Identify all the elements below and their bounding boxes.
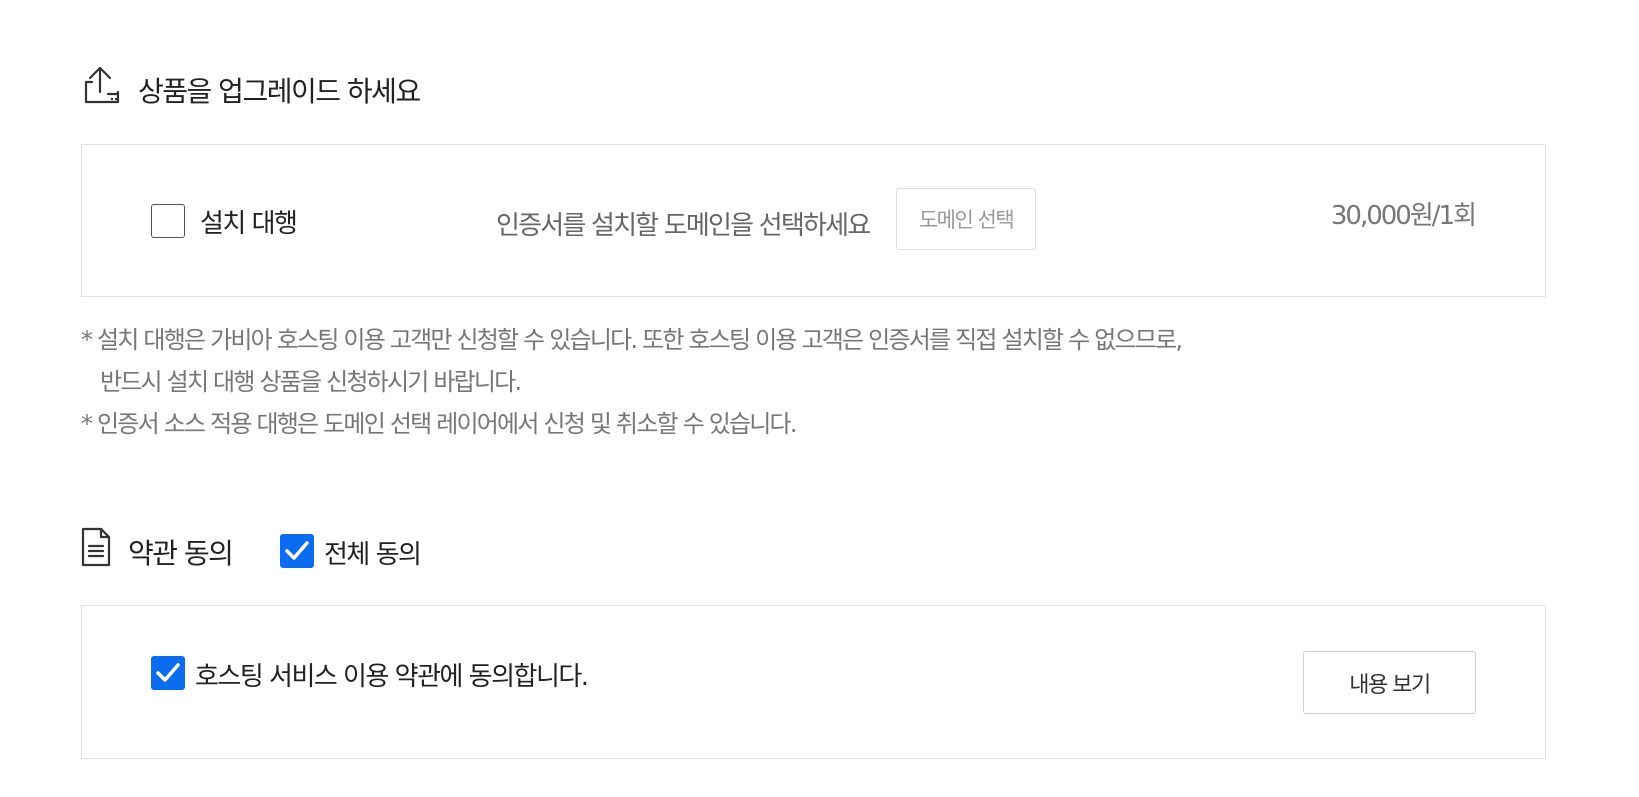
upload-box-icon bbox=[80, 66, 122, 106]
upgrade-option-panel: 설치 대행 인증서를 설치할 도메인을 선택하세요 도메인 선택 30,000원… bbox=[81, 144, 1546, 297]
hosting-terms-label: 호스팅 서비스 이용 약관에 동의합니다. bbox=[195, 662, 589, 692]
checkmark-icon bbox=[285, 541, 309, 560]
domain-select-button[interactable]: 도메인 선택 bbox=[896, 188, 1036, 250]
checkmark-icon bbox=[156, 663, 180, 682]
hosting-terms-checkbox[interactable] bbox=[151, 656, 185, 690]
upgrade-section-title: 상품을 업그레이드 하세요 bbox=[138, 75, 421, 108]
agree-all-checkbox[interactable] bbox=[280, 534, 314, 568]
terms-item-panel: 호스팅 서비스 이용 약관에 동의합니다. 내용 보기 bbox=[81, 605, 1546, 759]
install-service-label: 설치 대행 bbox=[200, 209, 298, 239]
install-service-checkbox[interactable] bbox=[151, 204, 185, 238]
note-line-2: 반드시 설치 대행 상품을 신청하시기 바랍니다. bbox=[100, 368, 522, 396]
note-line-1: * 설치 대행은 가비아 호스팅 이용 고객만 신청할 수 있습니다. 또한 호… bbox=[81, 326, 1183, 354]
document-icon bbox=[80, 527, 112, 567]
domain-select-hint: 인증서를 설치할 도메인을 선택하세요 bbox=[496, 211, 871, 241]
agree-all-label: 전체 동의 bbox=[324, 540, 422, 570]
install-service-price: 30,000원/1회 bbox=[1330, 201, 1477, 231]
note-line-3: * 인증서 소스 적용 대행은 도메인 선택 레이어에서 신청 및 취소할 수 … bbox=[81, 410, 797, 438]
terms-section-title: 약관 동의 bbox=[128, 537, 234, 570]
view-terms-button[interactable]: 내용 보기 bbox=[1303, 651, 1476, 714]
